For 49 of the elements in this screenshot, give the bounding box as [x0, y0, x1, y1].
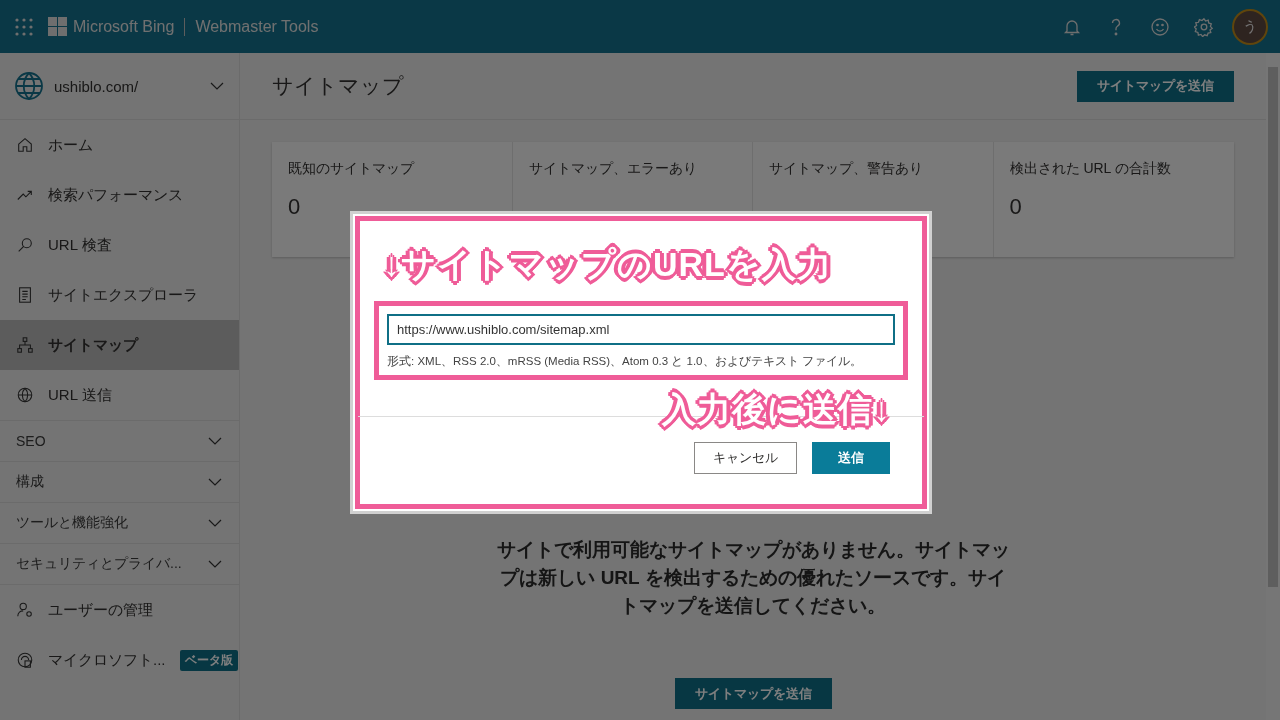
- home-icon: [16, 136, 34, 154]
- globe-icon: [14, 71, 44, 101]
- section-header[interactable]: SEO: [0, 421, 239, 462]
- stat-value: 0: [1009, 194, 1023, 220]
- stat-label: サイトマップ、エラーあり: [528, 160, 698, 178]
- submit-button[interactable]: 送信: [812, 442, 890, 474]
- windows-logo-icon: [48, 17, 67, 36]
- section-header[interactable]: 構成: [0, 462, 239, 503]
- nav-item[interactable]: ユーザーの管理: [0, 585, 239, 635]
- stat-label: 既知のサイトマップ: [288, 160, 416, 178]
- submit-sitemap-button[interactable]: サイトマップを送信: [674, 678, 832, 709]
- format-help-text: 形式: XML、RSS 2.0、mRSS (Media RSS)、Atom 0.3 と 1.0、およびテキスト ファイル。: [387, 354, 863, 369]
- site-selector[interactable]: ushiblo.com/: [54, 77, 209, 95]
- beta-badge: ベータ版: [179, 649, 238, 671]
- page-title: サイトマップ: [272, 73, 405, 99]
- search-icon: [16, 236, 34, 254]
- globe-icon: [16, 386, 34, 404]
- nav-item[interactable]: サイトエクスプローラ: [0, 270, 239, 320]
- sitemap-icon: [16, 336, 34, 354]
- submit-sitemap-button[interactable]: サイトマップを送信: [1077, 70, 1234, 102]
- section-label: セキュリティとプライバ...: [16, 555, 183, 573]
- section-header[interactable]: ツールと機能強化: [0, 503, 239, 544]
- nav-label: ユーザーの管理: [48, 600, 153, 620]
- url-input-field[interactable]: https://www.ushiblo.com/sitemap.xml: [387, 314, 895, 345]
- nav-item[interactable]: URL 検査: [0, 220, 239, 270]
- cancel-button[interactable]: キャンセル: [694, 442, 797, 474]
- user-gear-icon: [16, 601, 34, 619]
- nav-label: マイクロソフト...: [48, 650, 166, 670]
- nav-item[interactable]: マイクロソフト... ベータ版: [0, 635, 239, 685]
- user-avatar[interactable]: う: [1234, 10, 1266, 43]
- nav-item[interactable]: URL 送信: [0, 370, 239, 420]
- nav-item[interactable]: ホーム: [0, 120, 239, 170]
- empty-message: サイトで利用可能なサイトマップがありません。サイトマップは新しい URL を検出するための優れたソースです。サイトマップを送信してください。: [495, 538, 1011, 618]
- section-header[interactable]: セキュリティとプライバ...: [0, 544, 239, 585]
- section-label: 構成: [16, 473, 45, 491]
- app-launcher-icon[interactable]: [14, 16, 34, 37]
- brand-name: Microsoft Bing: [73, 17, 175, 36]
- nav-item[interactable]: サイトマップ: [0, 320, 239, 370]
- stat-label: サイトマップ、警告あり: [769, 160, 924, 178]
- product-name: Webmaster Tools: [195, 17, 319, 36]
- stat-label: 検出された URL の合計数: [1009, 160, 1172, 178]
- section-label: SEO: [16, 433, 47, 449]
- section-label: ツールと機能強化: [16, 514, 129, 532]
- smiley-icon[interactable]: [1150, 16, 1170, 37]
- stat-value: 0: [288, 194, 302, 220]
- nav-item[interactable]: 検索パフォーマンス: [0, 170, 239, 220]
- settings-icon[interactable]: [1194, 16, 1214, 37]
- document-icon: [16, 286, 34, 304]
- annotation-text: ↓サイトマップのURLを入力: [383, 242, 832, 288]
